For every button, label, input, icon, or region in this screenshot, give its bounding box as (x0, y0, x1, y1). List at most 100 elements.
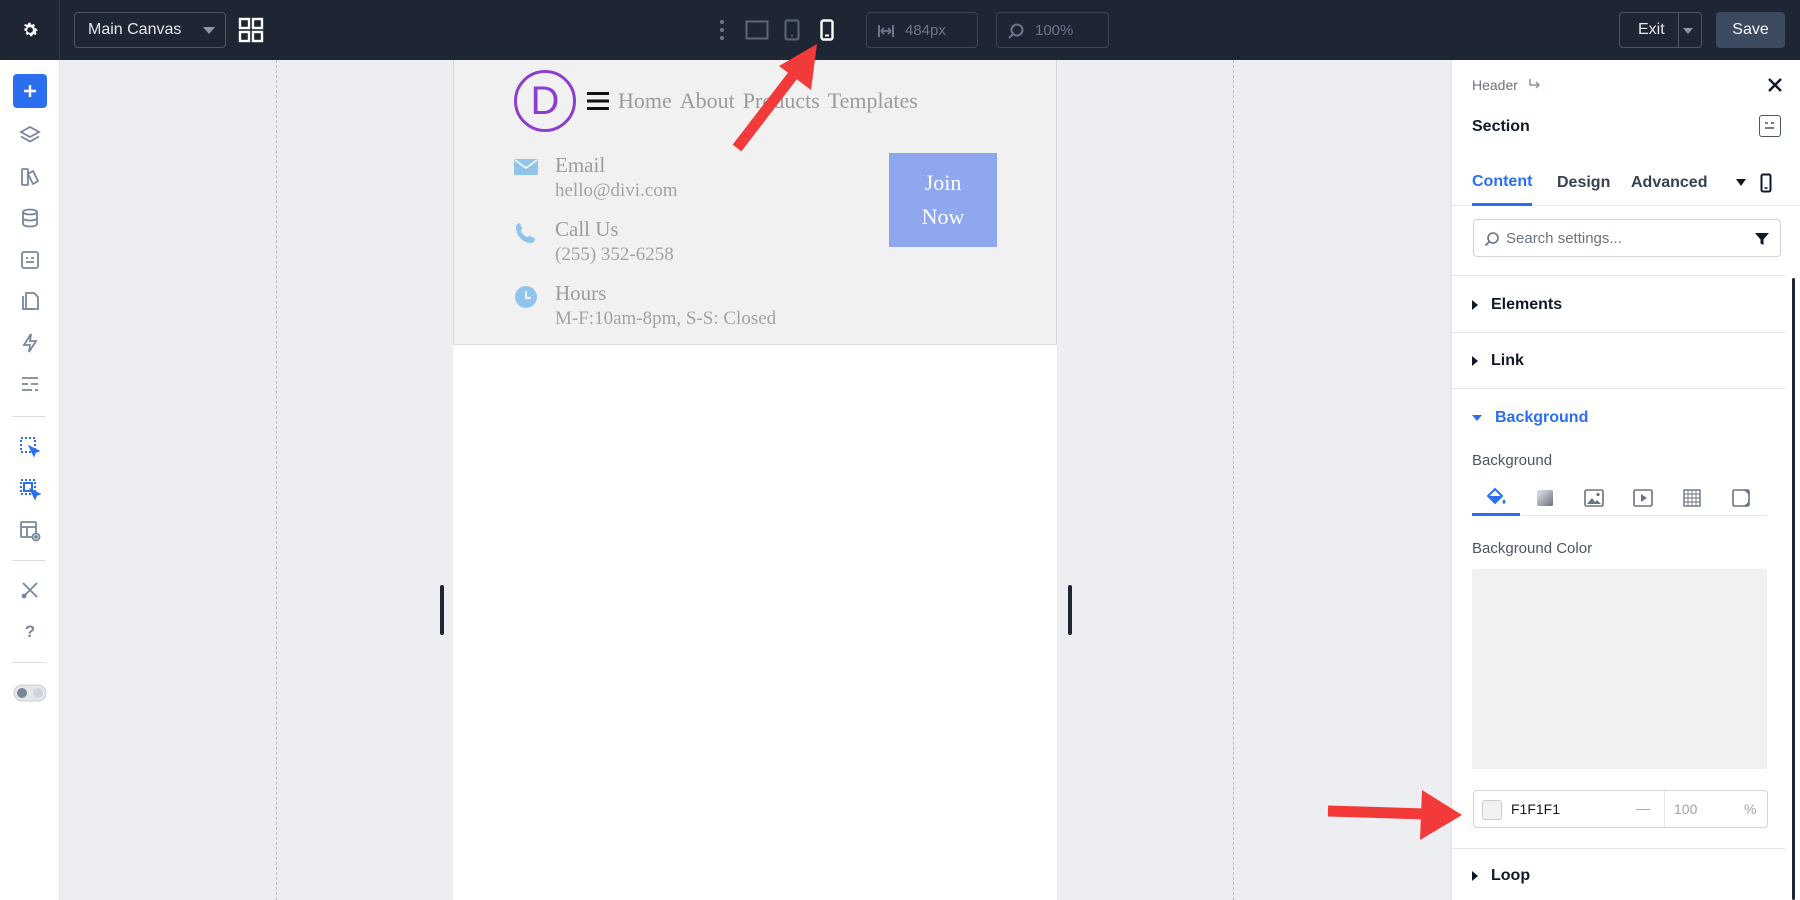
help-icon[interactable]: ? (12, 615, 48, 649)
layers-icon[interactable] (12, 118, 48, 152)
divider (12, 662, 46, 663)
exit-button[interactable]: Exit (1619, 12, 1702, 48)
canvas-width-field[interactable]: 484px (866, 12, 978, 48)
search-placeholder: Search settings... (1506, 229, 1622, 247)
divider (1664, 791, 1665, 827)
section-options-icon[interactable] (1759, 115, 1781, 137)
group-label: Elements (1491, 296, 1563, 313)
join-button-line: Now (921, 204, 965, 229)
phone-icon (514, 221, 538, 250)
background-color-label: Background Color (1472, 540, 1593, 557)
guide-line (1233, 60, 1234, 900)
contact-label: Email (555, 153, 606, 177)
grid-view-icon[interactable] (238, 17, 264, 43)
canvas-select-label: Main Canvas (88, 21, 182, 38)
tab-design[interactable]: Design (1557, 160, 1610, 206)
multi-select-icon[interactable] (12, 472, 48, 506)
annotation-arrow-icon (1327, 790, 1462, 840)
logo[interactable]: D (514, 70, 576, 132)
resize-handle-left[interactable] (440, 585, 444, 635)
tools-icon[interactable] (12, 573, 48, 607)
group-background[interactable]: Background (1472, 409, 1588, 427)
tab-content[interactable]: Content (1472, 160, 1533, 206)
caret-right-icon (1472, 871, 1478, 881)
panel-scrollbar[interactable] (1792, 278, 1795, 900)
divider (1452, 332, 1785, 333)
guide-line (276, 60, 277, 900)
color-input[interactable]: F1F1F1 — 100 % (1473, 790, 1768, 828)
caret-right-icon (1472, 300, 1478, 310)
phone-view-icon[interactable] (1760, 160, 1772, 206)
filter-icon[interactable] (1754, 231, 1770, 247)
annotation-arrow-icon (732, 44, 817, 152)
panel-tabs: Content Design Advanced (1452, 160, 1800, 206)
return-arrow-icon (1529, 79, 1540, 89)
chevron-down-icon[interactable] (1683, 28, 1693, 34)
page-settings-icon[interactable] (12, 243, 48, 277)
exit-label: Exit (1638, 21, 1665, 38)
canvas-select[interactable]: Main Canvas (74, 12, 226, 48)
divider (1678, 13, 1679, 47)
save-button[interactable]: Save (1716, 12, 1785, 48)
close-icon[interactable] (1765, 75, 1785, 95)
opacity-value[interactable]: 100 (1674, 801, 1697, 817)
search-icon (1484, 232, 1499, 247)
paint-bucket-icon[interactable] (1472, 480, 1520, 516)
panel-title: Section (1472, 118, 1530, 135)
group-label: Link (1491, 352, 1524, 369)
color-dash: — (1636, 800, 1650, 816)
hamburger-menu-icon[interactable] (587, 92, 609, 110)
zoom-value: 100% (1035, 21, 1074, 39)
pages-icon[interactable] (12, 284, 48, 318)
divider (12, 416, 46, 417)
video-icon[interactable] (1619, 480, 1667, 516)
settings-search-input[interactable]: Search settings... (1473, 219, 1781, 257)
group-link[interactable]: Link (1472, 352, 1524, 370)
settings-panel: Header Section Content Design Advanced S… (1451, 60, 1800, 900)
pattern-icon[interactable] (1668, 480, 1716, 516)
nav-link-templates[interactable]: Templates (828, 88, 918, 114)
theme-toggle-icon[interactable] (12, 676, 48, 710)
group-elements[interactable]: Elements (1472, 296, 1562, 314)
contact-label: Hours (555, 281, 607, 305)
divider (12, 560, 46, 561)
join-now-button[interactable]: Join Now (889, 153, 997, 247)
image-icon[interactable] (1570, 480, 1618, 516)
opacity-unit: % (1744, 801, 1757, 817)
chevron-down-icon[interactable] (1736, 160, 1746, 206)
nav-link-home[interactable]: Home (618, 88, 672, 114)
chevron-down-icon (203, 27, 215, 34)
left-sidebar: ? (0, 60, 60, 900)
clock-icon (514, 285, 538, 314)
top-toolbar: Main Canvas 484px 100% Exit Save (0, 0, 1800, 60)
resize-handle-right[interactable] (1068, 585, 1072, 635)
color-preview[interactable] (1472, 569, 1767, 769)
database-icon[interactable] (12, 201, 48, 235)
join-button-line: Join (924, 170, 962, 195)
preview-layout-icon[interactable] (12, 514, 48, 548)
mask-icon[interactable] (1717, 480, 1765, 516)
zoom-field[interactable]: 100% (996, 12, 1109, 48)
breadcrumb[interactable]: Header (1472, 77, 1542, 93)
tab-advanced[interactable]: Advanced (1631, 160, 1707, 206)
lightning-icon[interactable] (12, 326, 48, 360)
portability-icon[interactable] (12, 367, 48, 401)
click-select-icon[interactable] (12, 430, 48, 464)
canvas-width-value: 484px (905, 21, 946, 39)
color-hex-value[interactable]: F1F1F1 (1511, 801, 1560, 817)
contact-label: Call Us (555, 217, 619, 241)
divider (1452, 848, 1785, 849)
page-preview: D Home About Products Templates Email he… (453, 60, 1057, 900)
color-swatch[interactable] (1482, 800, 1502, 820)
breadcrumb-label: Header (1472, 77, 1518, 93)
gradient-icon[interactable] (1521, 480, 1569, 516)
design-library-icon[interactable] (12, 160, 48, 194)
background-label: Background (1472, 452, 1553, 469)
add-module-button[interactable] (13, 74, 47, 108)
group-label: Background (1495, 409, 1589, 426)
contact-value: (255) 352-6258 (555, 244, 674, 265)
settings-gear-icon[interactable] (0, 0, 60, 60)
contact-value: hello@divi.com (555, 180, 678, 201)
group-loop[interactable]: Loop (1472, 867, 1530, 885)
group-label: Loop (1491, 867, 1531, 884)
